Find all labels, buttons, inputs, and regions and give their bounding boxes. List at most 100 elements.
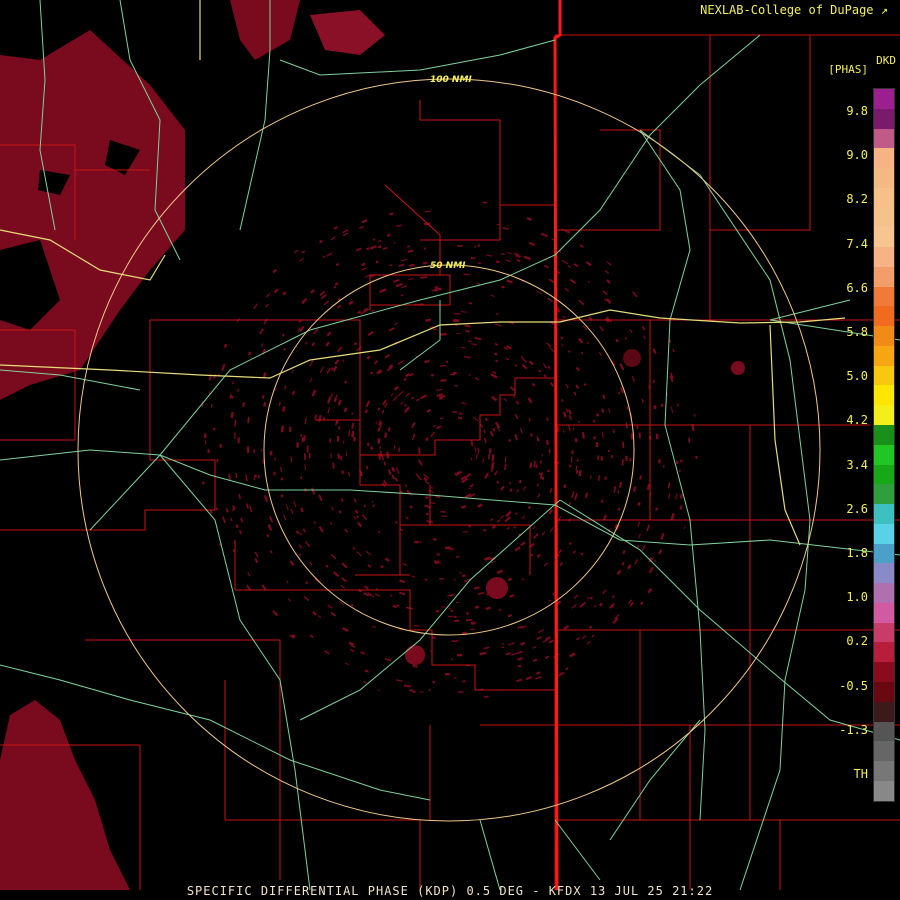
clutter-speck [464, 579, 468, 583]
clutter-speck [576, 459, 579, 462]
clutter-speck [439, 577, 444, 580]
clutter-speck [246, 446, 250, 454]
clutter-speck [269, 450, 273, 456]
clutter-speck [621, 459, 624, 466]
color-scale-tick-label: 1.8 [846, 546, 868, 560]
clutter-speck [213, 427, 216, 431]
color-scale-segment [874, 464, 894, 485]
clutter-speck [296, 442, 299, 448]
color-scale-tick-label: 6.6 [846, 280, 868, 295]
clutter-speck [595, 442, 599, 448]
clutter-speck [453, 677, 457, 679]
clutter-speck [204, 440, 207, 445]
clutter-speck [436, 553, 440, 556]
color-scale-segment [874, 168, 894, 188]
clutter-speck [462, 574, 466, 577]
clutter-speck [622, 441, 625, 448]
color-scale-segment [874, 543, 894, 564]
clutter-speck [453, 615, 457, 618]
color-scale-tick-label: 0.2 [846, 634, 868, 649]
clutter-speck [329, 438, 332, 443]
clutter-speck [658, 459, 661, 464]
clutter-speck [440, 332, 447, 336]
color-scale-segment [874, 227, 894, 248]
clutter-speck [435, 610, 440, 613]
clutter-speck [445, 547, 453, 550]
color-scale-header: DKD [PHAS] [828, 54, 896, 76]
color-scale-segment [874, 425, 894, 445]
product-unit: [PHAS] [828, 63, 868, 76]
color-scale-segment [874, 523, 894, 544]
color-scale-tick-label: TH [853, 767, 868, 781]
clutter-speck [539, 460, 542, 464]
clutter-speck [450, 609, 453, 613]
clutter-speck [489, 448, 492, 454]
clutter-speck [569, 464, 572, 468]
clutter-speck [308, 452, 311, 459]
color-scale-segment [874, 266, 894, 287]
color-scale-tick-label: 5.0 [846, 369, 868, 384]
color-scale-segment [874, 780, 894, 801]
color-scale-segment [874, 306, 894, 327]
clutter-speck [367, 442, 370, 446]
clutter-speck [216, 459, 219, 463]
clutter-speck [457, 691, 464, 693]
clutter-speck [508, 439, 511, 442]
product-title: SPECIFIC DIFFERENTIAL PHASE (KDP) 0.5 DE… [186, 884, 714, 898]
color-scale-segment [874, 405, 894, 426]
clutter-speck [448, 615, 453, 618]
color-scale-segment [874, 326, 894, 346]
clutter-speck [343, 440, 345, 444]
clutter-speck [557, 461, 559, 464]
clutter-speck [336, 435, 340, 442]
color-scale-segment [874, 563, 894, 584]
clutter-speck [353, 436, 356, 442]
clutter-speck [574, 438, 578, 443]
color-scale-segment [874, 247, 894, 267]
clutter-speck [474, 246, 477, 248]
clutter-speck [450, 658, 454, 661]
color-scale-segment [874, 583, 894, 603]
color-scale-segment [874, 444, 894, 465]
color-scale-tick-label: 9.0 [846, 148, 868, 163]
clutter-speck [456, 601, 459, 604]
clutter-speck [432, 538, 437, 541]
clutter-speck [254, 474, 257, 478]
color-scale-segment [874, 701, 894, 722]
clutter-speck [466, 612, 469, 616]
clutter-speck [423, 247, 427, 250]
clutter-speck [625, 455, 628, 461]
clutter-speck [663, 465, 665, 468]
clutter-speck [377, 438, 381, 444]
clutter-speck [453, 579, 456, 581]
clutter-speck [398, 447, 400, 452]
clutter-speck [207, 448, 210, 454]
color-scale-tick-label: 9.8 [846, 104, 868, 118]
color-scale-segment [874, 89, 894, 109]
external-link-icon[interactable]: ↗ [881, 3, 888, 17]
clutter-speck [695, 455, 698, 460]
clutter-speck [675, 460, 679, 465]
color-scale-segment [874, 385, 894, 406]
clutter-speck [204, 433, 207, 439]
clutter-speck [445, 360, 448, 363]
clutter-speck [462, 680, 466, 683]
credit-label: NEXLAB-College of DuPage ↗ [700, 3, 888, 17]
color-scale-tick-label: 7.4 [846, 236, 868, 251]
color-scale-bar [873, 88, 895, 802]
color-scale-segment [874, 642, 894, 663]
clutter-speck [441, 515, 448, 517]
color-scale-segment [874, 602, 894, 623]
clutter-speck [611, 455, 613, 459]
clutter-speck [432, 681, 435, 684]
clutter-speck [597, 455, 600, 460]
clutter-speck [428, 689, 431, 691]
clutter-speck [678, 469, 681, 473]
clutter-speck [452, 371, 457, 375]
color-scale-segment [874, 187, 894, 208]
clutter-speck [201, 481, 205, 485]
clutter-speck [274, 457, 276, 461]
color-scale-segment [874, 721, 894, 742]
clutter-speck [452, 319, 460, 323]
clutter-speck [432, 636, 436, 639]
